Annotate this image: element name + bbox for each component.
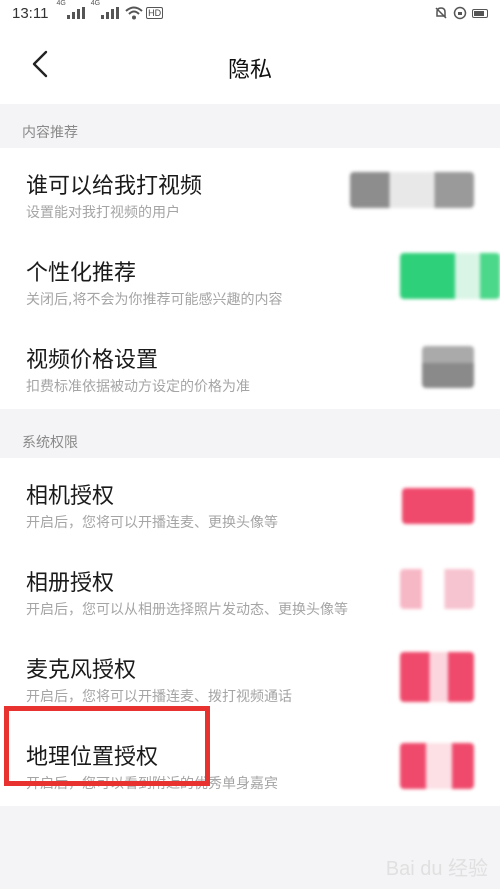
lock-rotation-icon bbox=[453, 6, 467, 20]
setting-item-subtitle: 开启后，您将可以开播连麦、拨打视频通话 bbox=[26, 689, 292, 705]
permission-status-blurred[interactable] bbox=[400, 569, 474, 609]
setting-item-title: 谁可以给我打视频 bbox=[26, 174, 203, 199]
network-type-2: 4G bbox=[90, 0, 101, 7]
wifi-icon bbox=[125, 6, 143, 20]
permission-status-blurred[interactable] bbox=[400, 743, 474, 789]
status-time: 13:11 bbox=[12, 4, 49, 22]
setting-item-subtitle: 开启后，您将可以开播连麦、更换头像等 bbox=[26, 515, 278, 531]
annotation-highlight-box bbox=[4, 706, 210, 786]
setting-item-personalized[interactable]: 个性化推荐 关闭后,将不会为你推荐可能感兴趣的内容 bbox=[0, 235, 500, 322]
battery-icon bbox=[472, 8, 488, 18]
setting-item-video-call[interactable]: 谁可以给我打视频 设置能对我打视频的用户 bbox=[0, 148, 500, 235]
setting-item-title: 视频价格设置 bbox=[26, 348, 159, 373]
setting-item-subtitle: 开启后，您可以从相册选择照片发动态、更换头像等 bbox=[26, 602, 348, 618]
option-value-blurred[interactable] bbox=[422, 346, 474, 388]
signal-icon-2 bbox=[101, 7, 120, 19]
status-bar: 13:11 4G 4G HD bbox=[0, 0, 500, 26]
header-bar: 隐私 bbox=[0, 26, 500, 104]
option-value-blurred[interactable] bbox=[350, 172, 474, 208]
setting-item-subtitle: 扣费标准依据被动方设定的价格为准 bbox=[26, 379, 250, 395]
signal-icon bbox=[66, 7, 85, 19]
watermark: Bai du 经验 bbox=[385, 858, 488, 880]
toggle-switch[interactable] bbox=[400, 253, 500, 299]
setting-item-album[interactable]: 相册授权 开启后，您可以从相册选择照片发动态、更换头像等 bbox=[0, 545, 500, 632]
network-type-1: 4G bbox=[56, 0, 66, 7]
section-label-system: 系统权限 bbox=[22, 435, 78, 451]
permission-status-blurred[interactable] bbox=[402, 488, 474, 524]
permission-status-blurred[interactable] bbox=[400, 652, 474, 702]
section-label-content: 内容推荐 bbox=[22, 125, 78, 141]
page-title: 隐私 bbox=[227, 58, 272, 83]
setting-item-subtitle: 关闭后,将不会为你推荐可能感兴趣的内容 bbox=[26, 292, 283, 308]
hd-icon: HD bbox=[146, 7, 164, 19]
setting-item-video-price[interactable]: 视频价格设置 扣费标准依据被动方设定的价格为准 bbox=[0, 322, 500, 409]
setting-item-title: 个性化推荐 bbox=[26, 261, 137, 286]
setting-item-subtitle: 设置能对我打视频的用户 bbox=[26, 205, 180, 221]
bell-off-icon bbox=[435, 7, 447, 19]
setting-item-camera[interactable]: 相机授权 开启后，您将可以开播连麦、更换头像等 bbox=[0, 458, 500, 545]
section-card-content: 谁可以给我打视频 设置能对我打视频的用户 个性化推荐 关闭后,将不会为你推荐可能… bbox=[0, 148, 500, 409]
setting-item-title: 相机授权 bbox=[26, 484, 115, 509]
setting-item-title: 相册授权 bbox=[26, 571, 115, 596]
setting-item-title: 麦克风授权 bbox=[26, 658, 137, 683]
